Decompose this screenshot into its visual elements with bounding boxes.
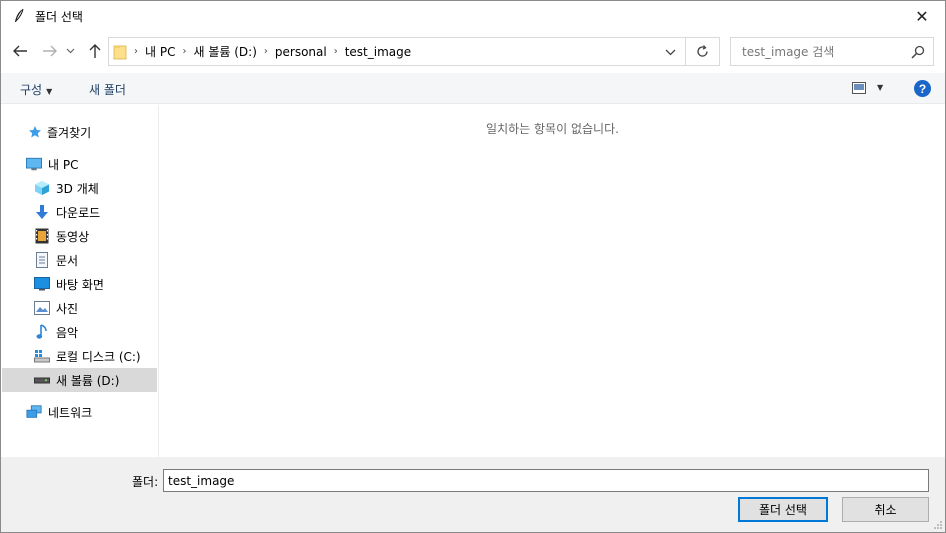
feather-app-icon bbox=[11, 8, 27, 24]
folder-select-dialog: 폴더 선택 ✕ › 내 PC › 새 볼륨 (D:) › personal › … bbox=[0, 0, 946, 533]
search-placeholder: test_image 검색 bbox=[742, 45, 835, 59]
view-dropdown-icon[interactable]: ▼ bbox=[877, 83, 883, 92]
refresh-icon bbox=[697, 45, 708, 57]
sidebar-item-3d-objects[interactable]: 3D 개체 bbox=[2, 176, 157, 200]
address-bar[interactable]: › 내 PC › 새 볼륨 (D:) › personal › test_ima… bbox=[108, 37, 686, 66]
breadcrumb-this-pc[interactable]: 내 PC bbox=[145, 43, 175, 60]
title-bar: 폴더 선택 ✕ bbox=[1, 1, 945, 31]
navigation-pane: 즐겨찾기 내 PC 3D 개체 다운로드 동영상 문서 바탕 화면 사진 음악 … bbox=[2, 105, 159, 457]
breadcrumb-separator: › bbox=[134, 46, 138, 57]
local-disk-icon bbox=[34, 348, 50, 364]
sidebar-item-label: 로컬 디스크 (C:) bbox=[56, 349, 141, 364]
breadcrumb-volume-d[interactable]: 새 볼륨 (D:) bbox=[193, 43, 256, 60]
sidebar-item-desktop[interactable]: 바탕 화면 bbox=[2, 272, 157, 296]
window-title: 폴더 선택 bbox=[35, 9, 83, 24]
desktop-icon bbox=[34, 276, 50, 292]
sidebar-item-label: 문서 bbox=[56, 253, 79, 268]
cancel-button[interactable]: 취소 bbox=[842, 497, 929, 522]
sidebar-item-label: 다운로드 bbox=[56, 205, 101, 220]
sidebar-item-label: 네트워크 bbox=[48, 405, 93, 420]
up-arrow-icon bbox=[89, 44, 101, 58]
forward-arrow-icon bbox=[43, 45, 57, 57]
sidebar-item-quick-access[interactable]: 즐겨찾기 bbox=[2, 120, 157, 144]
network-icon bbox=[26, 404, 42, 420]
sidebar-item-this-pc[interactable]: 내 PC bbox=[2, 152, 157, 176]
select-folder-button[interactable]: 폴더 선택 bbox=[738, 497, 828, 522]
close-button[interactable]: ✕ bbox=[899, 1, 945, 31]
back-arrow-icon bbox=[13, 45, 27, 57]
sidebar-item-network[interactable]: 네트워크 bbox=[2, 400, 157, 424]
organize-label: 구성 bbox=[20, 83, 43, 97]
help-icon[interactable]: ? bbox=[914, 80, 931, 97]
resize-grip-icon[interactable] bbox=[933, 520, 943, 530]
breadcrumb-separator: › bbox=[263, 46, 268, 57]
picture-icon bbox=[34, 300, 50, 316]
search-box[interactable]: test_image 검색 bbox=[730, 37, 934, 66]
video-film-icon bbox=[34, 228, 50, 244]
navigation-bar: › 내 PC › 새 볼륨 (D:) › personal › test_ima… bbox=[1, 35, 945, 69]
chevron-down-icon bbox=[66, 48, 74, 54]
breadcrumb-separator: › bbox=[333, 46, 338, 57]
sidebar-item-label: 사진 bbox=[56, 301, 79, 316]
download-arrow-icon bbox=[34, 204, 50, 220]
sidebar-item-documents[interactable]: 문서 bbox=[2, 248, 157, 272]
command-toolbar: 구성 ▼ 새 폴더 ▼ ? bbox=[1, 73, 945, 104]
sidebar-item-videos[interactable]: 동영상 bbox=[2, 224, 157, 248]
folder-name-input[interactable]: test_image bbox=[163, 469, 929, 492]
search-icon bbox=[911, 45, 925, 59]
dialog-footer: 폴더: test_image 폴더 선택 취소 bbox=[1, 457, 945, 532]
sidebar-item-label: 내 PC bbox=[48, 157, 79, 172]
back-button[interactable] bbox=[9, 39, 31, 63]
file-list-area[interactable]: 일치하는 항목이 없습니다. bbox=[160, 105, 945, 457]
sidebar-item-downloads[interactable]: 다운로드 bbox=[2, 200, 157, 224]
chevron-down-icon bbox=[665, 49, 675, 55]
sidebar-item-label: 즐겨찾기 bbox=[47, 125, 92, 140]
caret-down-icon: ▼ bbox=[46, 87, 53, 96]
up-button[interactable] bbox=[84, 39, 106, 63]
breadcrumb-separator: › bbox=[182, 46, 187, 57]
folder-field-label: 폴더: bbox=[132, 475, 159, 489]
empty-folder-message: 일치하는 항목이 없습니다. bbox=[486, 122, 619, 136]
breadcrumb-personal[interactable]: personal bbox=[275, 45, 327, 59]
sidebar-item-local-disk-c[interactable]: 로컬 디스크 (C:) bbox=[2, 344, 157, 368]
organize-button[interactable]: 구성 ▼ bbox=[20, 81, 52, 98]
folder-icon bbox=[113, 45, 127, 59]
sidebar-item-label: 동영상 bbox=[56, 229, 90, 244]
sidebar-item-label: 새 볼륨 (D:) bbox=[56, 373, 120, 388]
sidebar-item-label: 3D 개체 bbox=[56, 181, 99, 196]
sidebar-item-label: 음악 bbox=[56, 325, 79, 340]
recent-locations-button[interactable] bbox=[63, 39, 77, 63]
forward-button[interactable] bbox=[39, 39, 61, 63]
refresh-button[interactable] bbox=[686, 37, 720, 66]
sidebar-item-music[interactable]: 음악 bbox=[2, 320, 157, 344]
drive-icon bbox=[34, 372, 50, 388]
view-options-icon[interactable] bbox=[852, 82, 866, 94]
sidebar-item-volume-d[interactable]: 새 볼륨 (D:) bbox=[2, 368, 157, 392]
breadcrumb-test-image[interactable]: test_image bbox=[345, 45, 411, 59]
address-dropdown-button[interactable] bbox=[663, 44, 677, 60]
star-icon bbox=[27, 124, 43, 140]
sidebar-item-pictures[interactable]: 사진 bbox=[2, 296, 157, 320]
sidebar-item-label: 바탕 화면 bbox=[56, 277, 104, 292]
document-icon bbox=[34, 252, 50, 268]
new-folder-button[interactable]: 새 폴더 bbox=[89, 81, 126, 98]
cube-3d-icon bbox=[34, 180, 50, 196]
music-note-icon bbox=[34, 324, 50, 340]
computer-icon bbox=[26, 156, 42, 172]
